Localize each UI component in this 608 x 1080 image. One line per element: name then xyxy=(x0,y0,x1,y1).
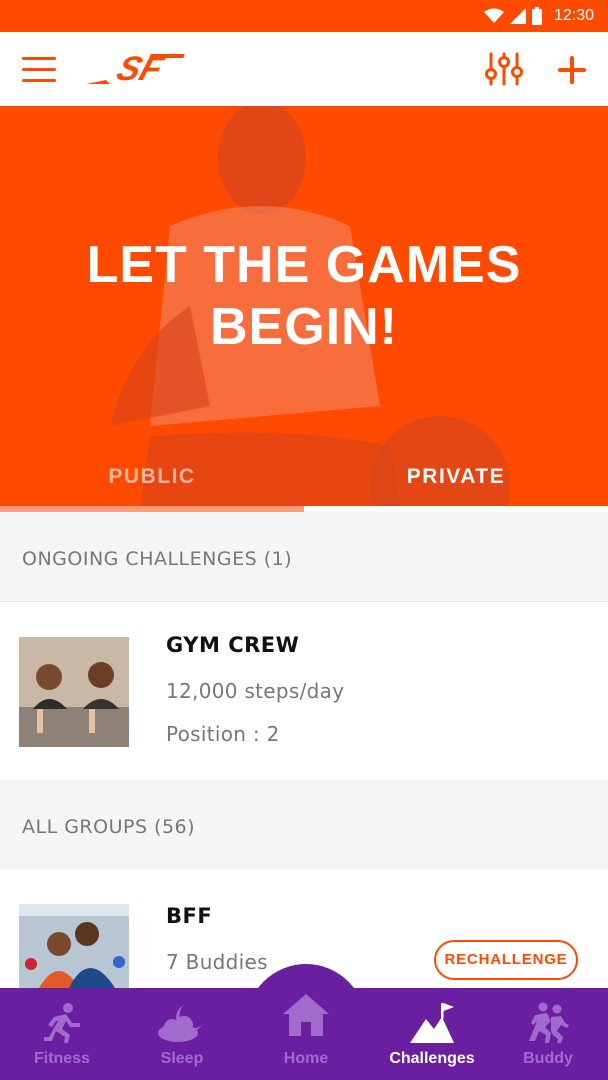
challenge-goal: 12,000 steps/day xyxy=(166,679,345,703)
mountain-flag-icon xyxy=(410,1003,454,1043)
nav-label-home: Home xyxy=(283,1050,329,1067)
sf-logo: SF xyxy=(86,50,188,88)
nav-label-buddy: Buddy xyxy=(523,1050,573,1067)
bff-thumbnail xyxy=(19,904,129,988)
group-buddies: 7 Buddies xyxy=(166,950,268,974)
gym-crew-thumbnail xyxy=(19,637,129,747)
filter-button[interactable] xyxy=(484,50,524,88)
battery-icon xyxy=(531,7,542,25)
status-bar: 12:30 xyxy=(0,0,608,32)
app-bar: SF xyxy=(0,32,608,106)
nav-label-challenges: Challenges xyxy=(389,1050,475,1067)
rechallenge-button[interactable]: RECHALLENGE xyxy=(434,940,578,980)
home-icon xyxy=(283,994,329,1036)
status-time: 12:30 xyxy=(553,7,594,24)
group-name: BFF xyxy=(166,904,213,928)
nav-fitness[interactable]: Fitness xyxy=(2,988,122,1080)
nav-label-sleep: Sleep xyxy=(160,1050,204,1067)
add-button[interactable] xyxy=(554,52,590,88)
plus-icon xyxy=(558,56,586,84)
nav-label-fitness: Fitness xyxy=(33,1050,90,1067)
nav-sleep[interactable]: Sleep xyxy=(122,988,242,1080)
all-groups-header: ALL GROUPS (56) xyxy=(0,780,608,870)
runner-icon xyxy=(44,1003,80,1043)
buddy-runners-icon xyxy=(529,1002,569,1043)
challenge-card-gym-crew[interactable]: GYM CREW 12,000 steps/day Position : 2 xyxy=(0,603,608,780)
tab-private[interactable]: PRIVATE xyxy=(304,458,608,496)
wifi-icon xyxy=(483,8,504,23)
sliders-icon xyxy=(485,52,523,86)
menu-button[interactable] xyxy=(20,52,58,86)
hero-title: LET THE GAMES BEGIN! xyxy=(86,236,522,356)
hero-banner: LET THE GAMES BEGIN! PUBLIC PRIVATE xyxy=(0,106,608,506)
hamburger-icon xyxy=(22,57,56,82)
nav-home[interactable]: Home xyxy=(246,988,366,1080)
ongoing-challenges-header: ONGOING CHALLENGES (1) xyxy=(0,512,608,602)
nav-challenges[interactable]: Challenges xyxy=(372,988,492,1080)
status-icons: 12:30 xyxy=(483,5,594,27)
nav-buddy[interactable]: Buddy xyxy=(488,988,608,1080)
moon-cloud-icon xyxy=(158,1005,202,1042)
challenge-name: GYM CREW xyxy=(166,633,300,657)
signal-icon xyxy=(509,8,526,24)
challenge-position: Position : 2 xyxy=(166,722,280,746)
tab-public[interactable]: PUBLIC xyxy=(0,458,304,496)
